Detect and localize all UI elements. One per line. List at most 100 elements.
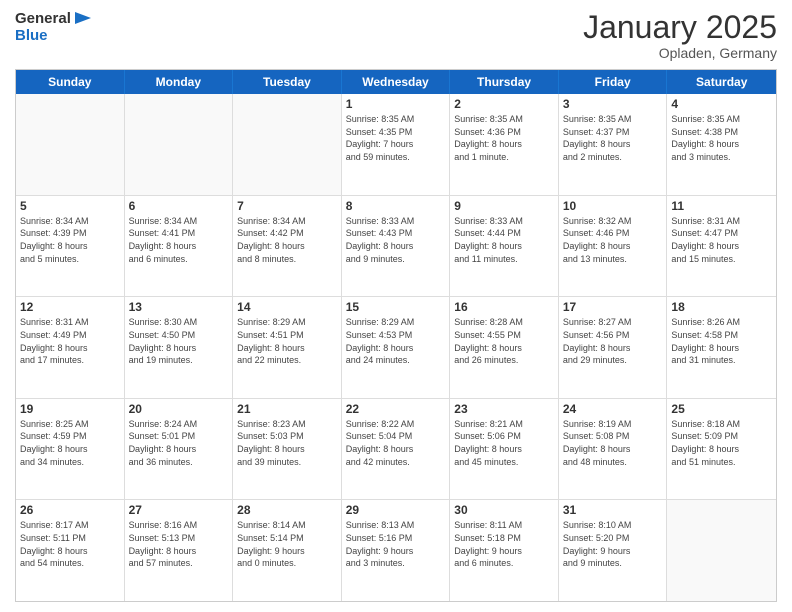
day-detail: Sunrise: 8:13 AM Sunset: 5:16 PM Dayligh… (346, 519, 446, 569)
day-detail: Sunrise: 8:14 AM Sunset: 5:14 PM Dayligh… (237, 519, 337, 569)
calendar-cell: 3 Sunrise: 8:35 AM Sunset: 4:37 PM Daylig… (559, 94, 668, 195)
logo-blue: Blue (15, 27, 93, 45)
calendar-cell: 11 Sunrise: 8:31 AM Sunset: 4:47 PM Dayli… (667, 196, 776, 297)
calendar-cell: 27 Sunrise: 8:16 AM Sunset: 5:13 PM Dayli… (125, 500, 234, 601)
day-detail: Sunrise: 8:23 AM Sunset: 5:03 PM Dayligh… (237, 418, 337, 468)
day-number: 13 (129, 300, 229, 314)
calendar-week-3: 12Sunrise: 8:31 AM Sunset: 4:49 PM Dayli… (16, 296, 776, 398)
day-number: 5 (20, 199, 120, 213)
calendar-cell: 15Sunrise: 8:29 AM Sunset: 4:53 PM Dayli… (342, 297, 451, 398)
day-detail: Sunrise: 8:22 AM Sunset: 5:04 PM Dayligh… (346, 418, 446, 468)
calendar-cell: 20 Sunrise: 8:24 AM Sunset: 5:01 PM Dayli… (125, 399, 234, 500)
header: General Blue January 2025 Opladen, Germa… (15, 10, 777, 61)
day-detail: Sunrise: 8:31 AM Sunset: 4:47 PM Dayligh… (671, 215, 772, 265)
day-number: 11 (671, 199, 772, 213)
day-number: 28 (237, 503, 337, 517)
calendar-week-2: 5 Sunrise: 8:34 AM Sunset: 4:39 PM Daylig… (16, 195, 776, 297)
logo-icon (73, 12, 91, 26)
day-detail: Sunrise: 8:10 AM Sunset: 5:20 PM Dayligh… (563, 519, 663, 569)
calendar-header: Sunday Monday Tuesday Wednesday Thursday… (16, 70, 776, 94)
day-number: 3 (563, 97, 663, 111)
calendar-cell: 17 Sunrise: 8:27 AM Sunset: 4:56 PM Dayli… (559, 297, 668, 398)
header-sunday: Sunday (16, 70, 125, 94)
calendar-cell: 6Sunrise: 8:34 AM Sunset: 4:41 PM Daylig… (125, 196, 234, 297)
day-detail: Sunrise: 8:25 AM Sunset: 4:59 PM Dayligh… (20, 418, 120, 468)
day-detail: Sunrise: 8:18 AM Sunset: 5:09 PM Dayligh… (671, 418, 772, 468)
header-thursday: Thursday (450, 70, 559, 94)
day-detail: Sunrise: 8:29 AM Sunset: 4:51 PM Dayligh… (237, 316, 337, 366)
calendar-cell: 22 Sunrise: 8:22 AM Sunset: 5:04 PM Dayli… (342, 399, 451, 500)
day-number: 7 (237, 199, 337, 213)
calendar-cell: 28 Sunrise: 8:14 AM Sunset: 5:14 PM Dayli… (233, 500, 342, 601)
calendar-week-1: 1 Sunrise: 8:35 AM Sunset: 4:35 PM Daylig… (16, 94, 776, 195)
calendar-cell (125, 94, 234, 195)
day-detail: Sunrise: 8:33 AM Sunset: 4:44 PM Dayligh… (454, 215, 554, 265)
calendar-cell: 23 Sunrise: 8:21 AM Sunset: 5:06 PM Dayli… (450, 399, 559, 500)
calendar-cell: 10 Sunrise: 8:32 AM Sunset: 4:46 PM Dayli… (559, 196, 668, 297)
day-number: 23 (454, 402, 554, 416)
day-detail: Sunrise: 8:26 AM Sunset: 4:58 PM Dayligh… (671, 316, 772, 366)
header-wednesday: Wednesday (342, 70, 451, 94)
calendar-cell: 7 Sunrise: 8:34 AM Sunset: 4:42 PM Daylig… (233, 196, 342, 297)
day-detail: Sunrise: 8:34 AM Sunset: 4:39 PM Dayligh… (20, 215, 120, 265)
day-detail: Sunrise: 8:19 AM Sunset: 5:08 PM Dayligh… (563, 418, 663, 468)
day-detail: Sunrise: 8:32 AM Sunset: 4:46 PM Dayligh… (563, 215, 663, 265)
day-detail: Sunrise: 8:35 AM Sunset: 4:37 PM Dayligh… (563, 113, 663, 163)
day-number: 17 (563, 300, 663, 314)
calendar-cell: 9 Sunrise: 8:33 AM Sunset: 4:44 PM Daylig… (450, 196, 559, 297)
day-number: 30 (454, 503, 554, 517)
day-number: 1 (346, 97, 446, 111)
calendar-cell: 25 Sunrise: 8:18 AM Sunset: 5:09 PM Dayli… (667, 399, 776, 500)
day-detail: Sunrise: 8:35 AM Sunset: 4:36 PM Dayligh… (454, 113, 554, 163)
day-detail: Sunrise: 8:16 AM Sunset: 5:13 PM Dayligh… (129, 519, 229, 569)
calendar-cell: 14 Sunrise: 8:29 AM Sunset: 4:51 PM Dayli… (233, 297, 342, 398)
day-detail: Sunrise: 8:33 AM Sunset: 4:43 PM Dayligh… (346, 215, 446, 265)
day-number: 18 (671, 300, 772, 314)
logo-general: General (15, 10, 71, 27)
day-number: 4 (671, 97, 772, 111)
day-number: 29 (346, 503, 446, 517)
calendar-cell: 26 Sunrise: 8:17 AM Sunset: 5:11 PM Dayli… (16, 500, 125, 601)
month-title: January 2025 (583, 10, 777, 45)
day-detail: Sunrise: 8:34 AM Sunset: 4:42 PM Dayligh… (237, 215, 337, 265)
calendar-cell: 12Sunrise: 8:31 AM Sunset: 4:49 PM Dayli… (16, 297, 125, 398)
day-detail: Sunrise: 8:27 AM Sunset: 4:56 PM Dayligh… (563, 316, 663, 366)
day-number: 27 (129, 503, 229, 517)
day-detail: Sunrise: 8:11 AM Sunset: 5:18 PM Dayligh… (454, 519, 554, 569)
page: General Blue January 2025 Opladen, Germa… (0, 0, 792, 612)
header-monday: Monday (125, 70, 234, 94)
calendar-cell: 5 Sunrise: 8:34 AM Sunset: 4:39 PM Daylig… (16, 196, 125, 297)
day-number: 22 (346, 402, 446, 416)
calendar-body: 1 Sunrise: 8:35 AM Sunset: 4:35 PM Daylig… (16, 94, 776, 601)
day-detail: Sunrise: 8:35 AM Sunset: 4:35 PM Dayligh… (346, 113, 446, 163)
day-number: 10 (563, 199, 663, 213)
calendar-cell: 19Sunrise: 8:25 AM Sunset: 4:59 PM Dayli… (16, 399, 125, 500)
day-number: 20 (129, 402, 229, 416)
header-tuesday: Tuesday (233, 70, 342, 94)
day-number: 2 (454, 97, 554, 111)
calendar-cell: 24Sunrise: 8:19 AM Sunset: 5:08 PM Dayli… (559, 399, 668, 500)
day-number: 9 (454, 199, 554, 213)
day-number: 25 (671, 402, 772, 416)
calendar-cell (667, 500, 776, 601)
day-detail: Sunrise: 8:28 AM Sunset: 4:55 PM Dayligh… (454, 316, 554, 366)
day-detail: Sunrise: 8:34 AM Sunset: 4:41 PM Dayligh… (129, 215, 229, 265)
day-detail: Sunrise: 8:17 AM Sunset: 5:11 PM Dayligh… (20, 519, 120, 569)
calendar-cell: 16 Sunrise: 8:28 AM Sunset: 4:55 PM Dayli… (450, 297, 559, 398)
day-detail: Sunrise: 8:35 AM Sunset: 4:38 PM Dayligh… (671, 113, 772, 163)
day-detail: Sunrise: 8:24 AM Sunset: 5:01 PM Dayligh… (129, 418, 229, 468)
day-number: 8 (346, 199, 446, 213)
calendar-cell: 29 Sunrise: 8:13 AM Sunset: 5:16 PM Dayli… (342, 500, 451, 601)
day-number: 26 (20, 503, 120, 517)
location: Opladen, Germany (583, 45, 777, 61)
day-number: 14 (237, 300, 337, 314)
calendar-cell: 18 Sunrise: 8:26 AM Sunset: 4:58 PM Dayli… (667, 297, 776, 398)
calendar-cell: 4 Sunrise: 8:35 AM Sunset: 4:38 PM Daylig… (667, 94, 776, 195)
calendar-cell: 2 Sunrise: 8:35 AM Sunset: 4:36 PM Daylig… (450, 94, 559, 195)
day-detail: Sunrise: 8:21 AM Sunset: 5:06 PM Dayligh… (454, 418, 554, 468)
day-detail: Sunrise: 8:29 AM Sunset: 4:53 PM Dayligh… (346, 316, 446, 366)
day-number: 16 (454, 300, 554, 314)
day-detail: Sunrise: 8:31 AM Sunset: 4:49 PM Dayligh… (20, 316, 120, 366)
calendar-cell: 8 Sunrise: 8:33 AM Sunset: 4:43 PM Daylig… (342, 196, 451, 297)
title-section: January 2025 Opladen, Germany (583, 10, 777, 61)
